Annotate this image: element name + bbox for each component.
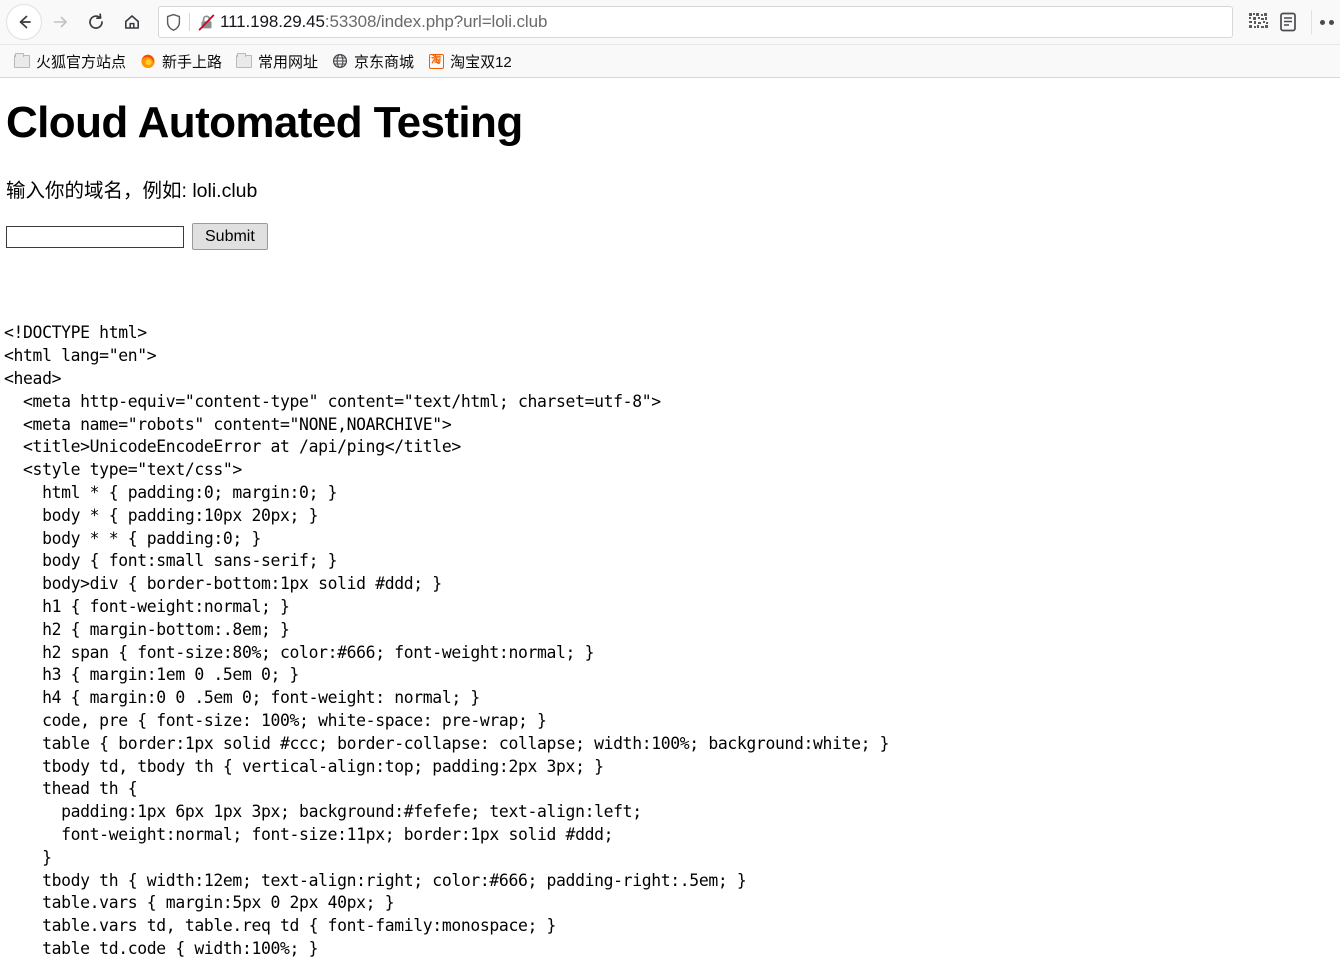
globe-icon: [332, 53, 348, 69]
bookmark-firefox-official[interactable]: 火狐官方站点: [8, 48, 132, 75]
forward-arrow-icon: [50, 12, 70, 32]
more-menu-icon[interactable]: [1320, 19, 1334, 25]
reload-button[interactable]: [78, 4, 114, 40]
url-bar[interactable]: 111.198.29.45:53308/index.php?url=loli.c…: [158, 6, 1233, 38]
firefox-icon: [140, 53, 156, 69]
bookmark-taobao[interactable]: 淘 淘宝双12: [422, 48, 518, 75]
home-icon: [122, 12, 142, 32]
bookmark-label: 常用网址: [258, 53, 319, 71]
forward-button[interactable]: [42, 4, 78, 40]
back-button[interactable]: [6, 4, 42, 40]
domain-input[interactable]: [6, 225, 184, 248]
reader-view-icon[interactable]: [1273, 7, 1303, 37]
domain-form: Submit: [0, 203, 1340, 251]
page-title: Cloud Automated Testing: [6, 98, 523, 147]
bookmark-label: 火狐官方站点: [36, 53, 127, 71]
toolbar-divider: [1311, 10, 1312, 34]
reload-icon: [86, 12, 106, 32]
folder-icon: [14, 52, 30, 69]
response-code-dump: <!DOCTYPE html> <html lang="en"> <head> …: [4, 323, 890, 958]
bookmark-jd[interactable]: 京东商城: [326, 48, 420, 75]
url-host: 111.198.29.45: [220, 12, 325, 31]
bookmark-label: 新手上路: [162, 53, 223, 71]
url-path: :53308/index.php?url=loli.club: [324, 12, 548, 31]
bookmark-label: 淘宝双12: [450, 53, 512, 71]
tracking-protection-shield-icon[interactable]: [165, 13, 182, 32]
home-button[interactable]: [114, 4, 150, 40]
taobao-icon: 淘: [428, 53, 444, 69]
toolbar-right-actions: [1243, 7, 1334, 37]
bookmark-label: 京东商城: [354, 53, 415, 71]
back-arrow-icon: [14, 12, 34, 32]
browser-toolbar: 111.198.29.45:53308/index.php?url=loli.c…: [0, 0, 1340, 45]
submit-button[interactable]: Submit: [192, 223, 268, 251]
urlbar-divider: [189, 13, 190, 31]
browser-window: 111.198.29.45:53308/index.php?url=loli.c…: [0, 0, 1340, 968]
lock-crossed-out-icon[interactable]: [197, 13, 216, 32]
bookmark-common-sites[interactable]: 常用网址: [230, 48, 324, 75]
url-text[interactable]: 111.198.29.45:53308/index.php?url=loli.c…: [216, 12, 547, 32]
bookmarks-bar: 火狐官方站点 新手上路 常用网址 京东商城 淘 淘宝双12: [0, 45, 1340, 78]
bookmark-getting-started[interactable]: 新手上路: [134, 48, 228, 75]
page-content: Cloud Automated Testing 输入你的域名，例如: loli.…: [0, 78, 1340, 968]
qr-code-icon[interactable]: [1243, 7, 1273, 37]
folder-icon: [236, 52, 253, 69]
domain-hint-text: 输入你的域名，例如: loli.club: [6, 180, 258, 203]
